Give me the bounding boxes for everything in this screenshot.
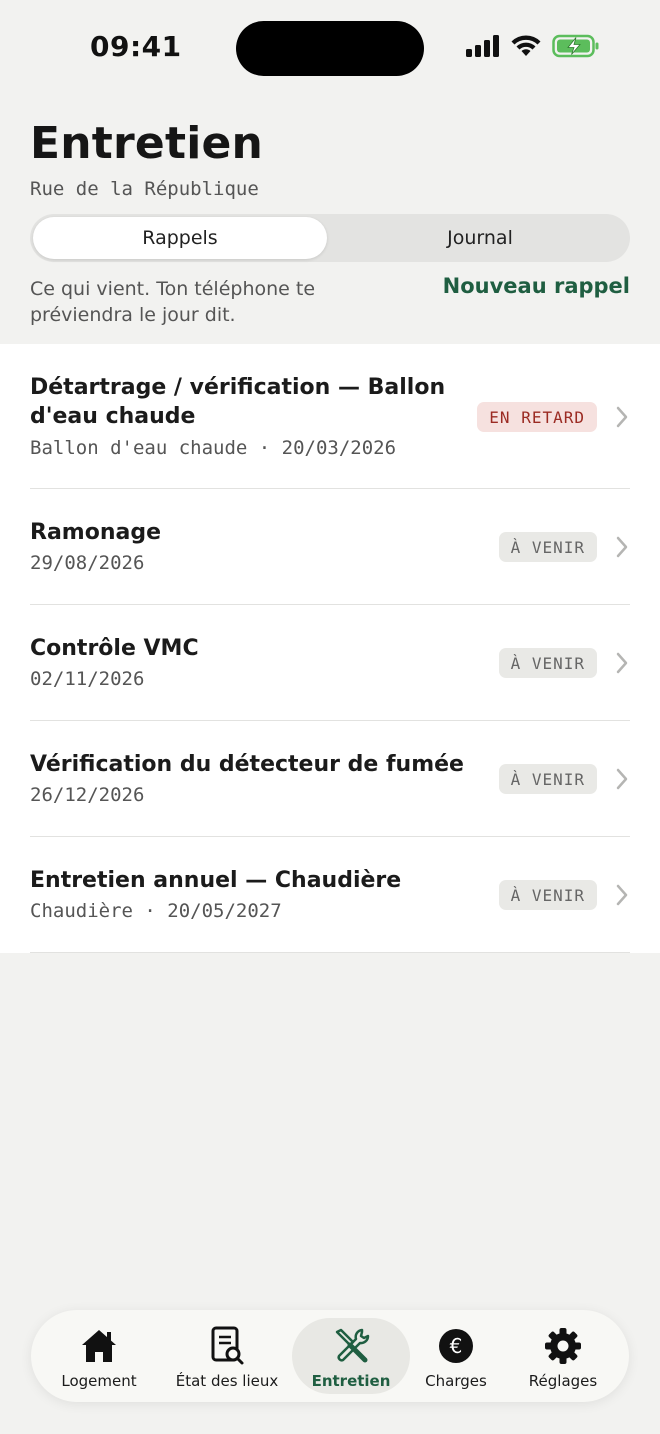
tab-logement[interactable]: Logement [51,1318,147,1394]
tab-entretien[interactable]: Entretien [292,1318,410,1394]
status-badge: EN RETARD [477,402,597,432]
tab-label: Logement [61,1372,137,1390]
chevron-right-icon [616,536,628,558]
reminder-row[interactable]: Détartrage / vérification — Ballon d'eau… [0,344,660,489]
status-badge: À VENIR [498,880,597,910]
svg-text:€: € [450,1334,463,1358]
reminder-subtitle: 02/11/2026 [30,668,145,690]
status-badge: À VENIR [498,764,597,794]
gear-icon [543,1326,583,1366]
signal-icon [466,35,499,57]
chevron-right-icon [616,768,628,790]
reminder-title: Contrôle VMC [30,636,199,661]
tab-etat-des-lieux[interactable]: État des lieux [167,1318,287,1394]
euro-icon: € [436,1326,476,1366]
reminder-subtitle: 29/08/2026 [30,552,145,574]
status-time: 09:41 [90,30,182,63]
reminder-row[interactable]: Vérification du détecteur de fumée 26/12… [0,721,660,837]
reminder-list: Détartrage / vérification — Ballon d'eau… [0,344,660,953]
reminder-title: Détartrage / vérification — Ballon d'eau… [30,375,446,429]
tools-icon [331,1326,371,1366]
reminder-row[interactable]: Entretien annuel — Chaudière Chaudière ·… [0,837,660,953]
chevron-right-icon [616,406,628,428]
divider [30,952,630,953]
chevron-right-icon [616,652,628,674]
reminder-row[interactable]: Contrôle VMC 02/11/2026 À VENIR [0,605,660,721]
tab-charges[interactable]: € Charges [414,1318,498,1394]
wifi-icon [511,35,541,56]
status-bar: 09:41 [0,0,660,96]
tab-rappels[interactable]: Rappels [33,217,327,259]
dynamic-island [236,21,424,76]
bottom-tab-bar: Logement État des lieux Entretien € Char… [31,1310,629,1402]
tab-label: Réglages [528,1372,598,1390]
document-search-icon [207,1326,247,1366]
tab-journal[interactable]: Journal [333,217,627,259]
status-icons [466,34,600,58]
page-title: Entretien [30,118,264,169]
tab-label: État des lieux [175,1372,279,1390]
tab-label: Charges [425,1372,487,1390]
reminder-subtitle: Ballon d'eau chaude · 20/03/2026 [30,437,397,459]
house-icon [79,1326,119,1366]
status-badge: À VENIR [498,648,597,678]
status-badge: À VENIR [498,532,597,562]
new-reminder-button[interactable]: Nouveau rappel [443,274,630,298]
reminder-subtitle: Chaudière · 20/05/2027 [30,900,282,922]
reminder-title: Ramonage [30,520,162,545]
reminder-subtitle: 26/12/2026 [30,784,145,806]
page-subtitle-address: Rue de la République [30,178,259,200]
tab-label: Entretien [311,1372,391,1390]
reminder-title: Vérification du détecteur de fumée [30,752,464,777]
segmented-control: Rappels Journal [30,214,630,262]
info-text: Ce qui vient. Ton téléphone te préviendr… [30,278,316,326]
reminder-title: Entretien annuel — Chaudière [30,868,402,893]
chevron-right-icon [616,884,628,906]
battery-charging-icon [552,34,599,58]
tab-reglages[interactable]: Réglages [517,1318,609,1394]
reminder-row[interactable]: Ramonage 29/08/2026 À VENIR [0,489,660,605]
